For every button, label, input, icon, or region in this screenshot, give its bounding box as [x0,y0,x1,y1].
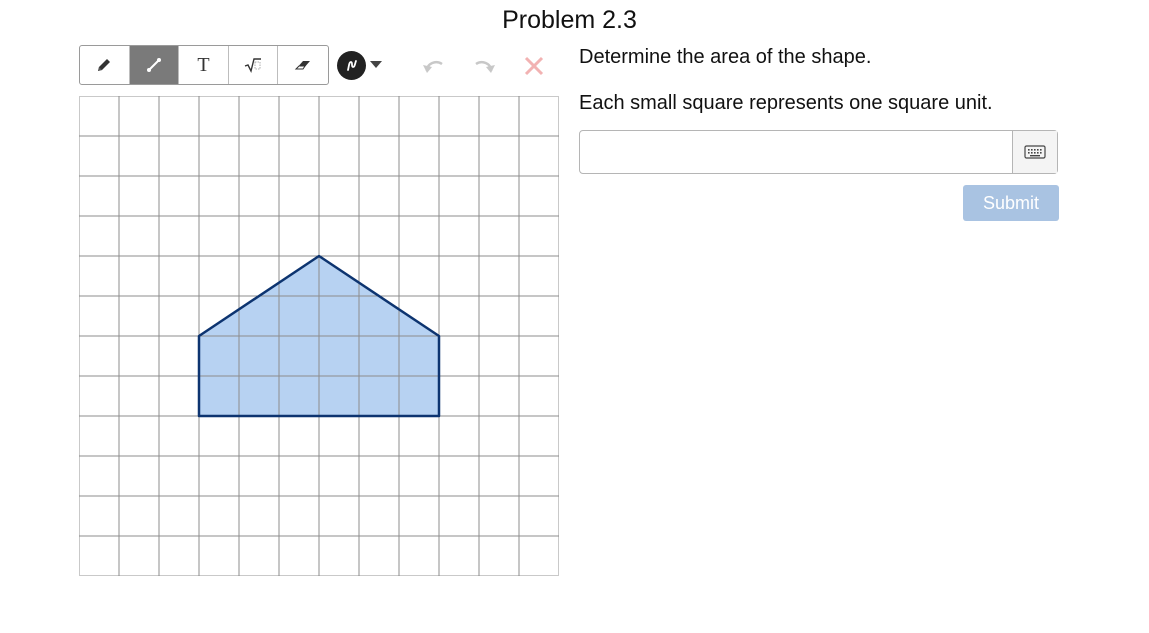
eraser-tool-button[interactable] [278,46,328,84]
keyboard-icon [1024,145,1046,159]
drawing-canvas[interactable] [79,96,559,576]
answer-input[interactable] [580,131,1012,173]
undo-icon[interactable] [422,54,446,76]
drawing-toolbar: T [79,45,329,85]
square-root-icon [244,58,262,73]
line-segment-icon [146,58,161,72]
submit-button[interactable]: Submit [963,185,1059,221]
question-text: Determine the area of the shape. [579,46,872,68]
redo-icon[interactable] [472,54,496,76]
text-tool-button[interactable]: T [179,46,229,84]
problem-title: Problem 2.3 [502,6,637,34]
pen-color-icon [346,59,357,71]
keyboard-button[interactable] [1012,131,1057,173]
question-hint: Each small square represents one square … [579,92,993,114]
text-icon: T [197,53,210,76]
eraser-icon [295,61,311,70]
line-tool-button[interactable] [129,46,180,84]
math-tool-button[interactable] [229,46,279,84]
chevron-down-icon[interactable] [369,60,383,69]
answer-field [579,130,1058,174]
clear-x-icon[interactable] [523,55,545,77]
pencil-tool-button[interactable] [80,46,130,84]
pen-color-button[interactable] [337,51,366,80]
pencil-icon [98,59,111,71]
